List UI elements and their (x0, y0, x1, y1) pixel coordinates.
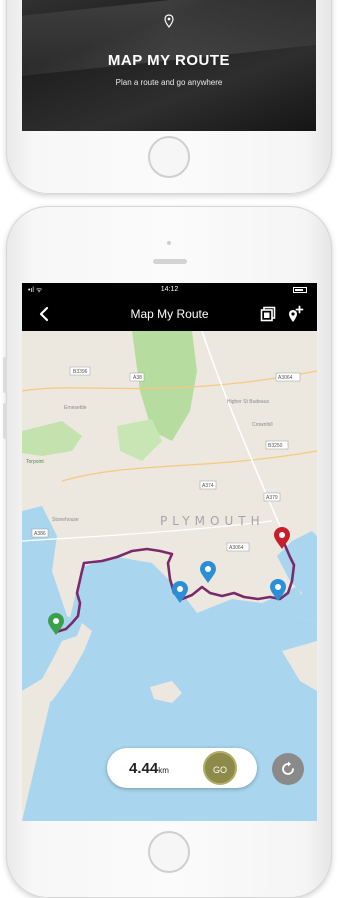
map-road-label: A38 (133, 375, 142, 381)
volume-button (3, 357, 7, 393)
go-button[interactable]: GO (203, 751, 237, 785)
route-summary: 4.44km GO (107, 748, 257, 788)
status-bar: •ıl ᯤ 14:12 (22, 283, 317, 297)
volume-button (3, 403, 7, 439)
home-button (148, 831, 190, 873)
map-road-label: A379 (266, 495, 278, 501)
app-screen: •ıl ᯤ 14:12 Map My Route B3396 A38 A3064… (22, 283, 317, 821)
map-city-label: PLYMOUTH (160, 514, 265, 528)
route-distance: 4.44km (129, 760, 169, 777)
splash-screen: MAP MY ROUTE Plan a route and go anywher… (22, 0, 316, 131)
front-camera (167, 241, 171, 245)
map-road-label: A374 (202, 483, 214, 489)
map-area-label: Higher St Budeaux (227, 399, 269, 405)
map-road-label: A3064 (229, 545, 244, 551)
earpiece-speaker (153, 259, 187, 264)
status-time: 14:12 (160, 286, 179, 293)
battery-icon (293, 287, 307, 293)
distance-unit: km (158, 766, 169, 775)
splash-title: MAP MY ROUTE (107, 52, 231, 69)
splash-subtitle: Plan a route and go anywhere (115, 78, 223, 87)
nav-bar: Map My Route (22, 297, 317, 331)
recenter-button[interactable] (272, 753, 304, 785)
layers-icon[interactable] (260, 306, 276, 322)
distance-value: 4.44 (129, 760, 159, 777)
home-button-top (148, 136, 190, 178)
map-road-label: B3250 (268, 443, 283, 449)
location-pin-icon (164, 14, 174, 28)
recenter-icon (282, 761, 294, 775)
map-road-label: A3064 (278, 375, 293, 381)
map-area-label: Ernesettle (64, 405, 87, 411)
map-road-label: A386 (34, 531, 46, 537)
add-pin-icon[interactable] (286, 305, 304, 323)
map-area-label: Stonehouse (52, 517, 79, 523)
map-area-label: Crownhill (252, 422, 273, 428)
map-road-label: B3396 (73, 369, 88, 375)
map-area-label: Torpoint (26, 459, 44, 465)
